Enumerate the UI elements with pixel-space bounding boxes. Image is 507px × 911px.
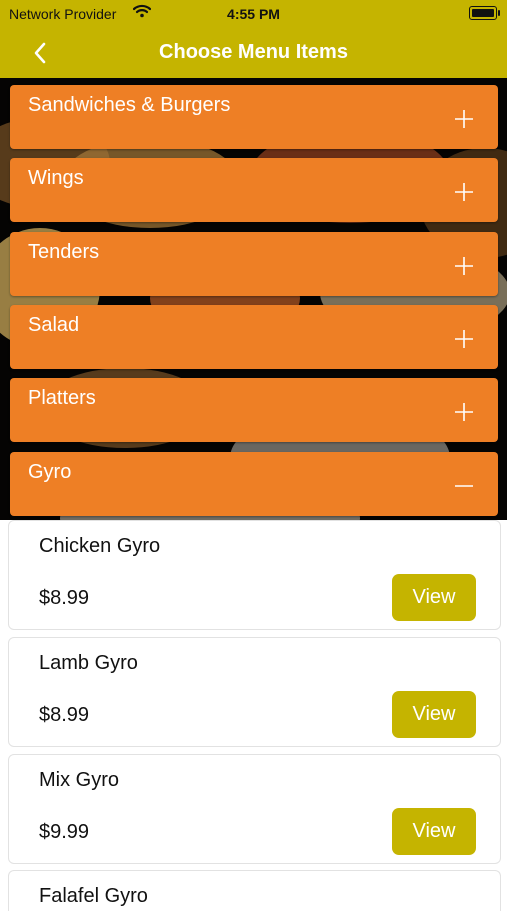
plus-icon [455, 257, 473, 275]
plus-icon [455, 110, 473, 128]
category-salad[interactable]: Salad [10, 305, 498, 369]
item-price: $8.99 [39, 704, 90, 726]
category-gyro[interactable]: Gyro [10, 452, 498, 516]
menu-item-card: Chicken Gyro $8.99 View [8, 520, 501, 630]
item-name: Lamb Gyro [39, 652, 138, 674]
plus-icon [455, 330, 473, 348]
menu-item-card: Falafel Gyro [8, 870, 501, 911]
status-bar: Network Provider 4:55 PM [0, 0, 507, 28]
category-platters[interactable]: Platters [10, 378, 498, 442]
item-name: Falafel Gyro [39, 885, 148, 907]
view-button[interactable]: View [392, 691, 476, 738]
category-wings[interactable]: Wings [10, 158, 498, 222]
item-name: Chicken Gyro [39, 535, 161, 557]
battery-icon [469, 6, 500, 20]
view-button[interactable]: View [392, 808, 476, 855]
item-name: Mix Gyro [39, 769, 119, 791]
menu-item-card: Mix Gyro $9.99 View [8, 754, 501, 864]
menu-item-card: Lamb Gyro $8.99 View [8, 637, 501, 747]
category-label: Wings [28, 167, 84, 189]
page-title: Choose Menu Items [159, 41, 348, 63]
item-price: $9.99 [39, 821, 90, 843]
minus-icon [455, 485, 473, 487]
clock: 4:55 PM [227, 6, 280, 22]
navigation-bar: Choose Menu Items [0, 28, 507, 78]
category-sandwiches-burgers[interactable]: Sandwiches & Burgers [10, 85, 498, 149]
plus-icon [455, 403, 473, 421]
category-label: Gyro [28, 461, 72, 483]
category-label: Sandwiches & Burgers [28, 94, 231, 116]
item-price: $8.99 [39, 587, 90, 609]
view-button[interactable]: View [392, 574, 476, 621]
plus-icon [455, 183, 473, 201]
category-label: Salad [28, 314, 80, 336]
category-label: Tenders [28, 241, 100, 263]
category-label: Platters [28, 387, 96, 409]
category-tenders[interactable]: Tenders [10, 232, 498, 296]
